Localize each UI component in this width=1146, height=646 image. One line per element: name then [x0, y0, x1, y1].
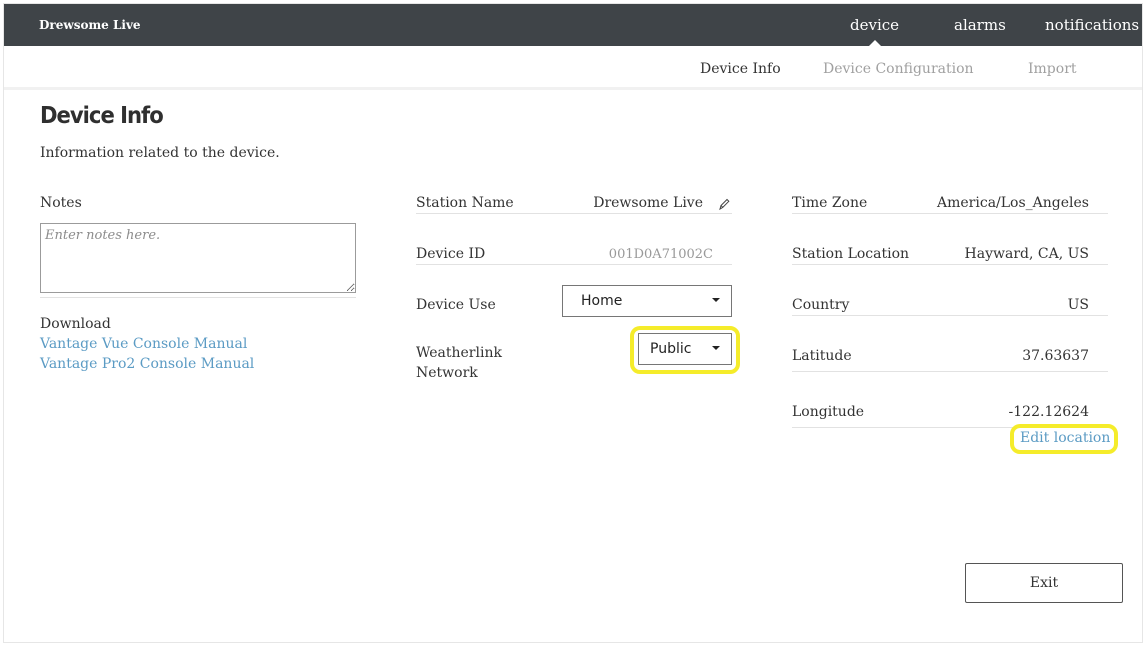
- station-name-value: Drewsome Live: [593, 195, 703, 211]
- notes-divider: [40, 297, 356, 298]
- latitude-label: Latitude: [792, 348, 852, 364]
- top-bar: Drewsome Live device alarms notification…: [4, 4, 1142, 46]
- notes-textarea[interactable]: [40, 223, 356, 293]
- weatherlink-network-label-line2: Network: [416, 365, 478, 381]
- chevron-down-icon: [712, 298, 720, 302]
- nav-alarms[interactable]: alarms: [954, 16, 1006, 34]
- edit-location-highlight: [1010, 424, 1118, 454]
- exit-button-label: Exit: [1029, 575, 1059, 591]
- brand-name: Drewsome Live: [39, 18, 141, 32]
- station-location-value: Hayward, CA, US: [964, 246, 1089, 262]
- active-nav-indicator: [869, 40, 881, 46]
- app-window: Drewsome Live device alarms notification…: [3, 3, 1143, 643]
- longitude-label: Longitude: [792, 404, 865, 420]
- vantage-pro2-manual-link[interactable]: Vantage Pro2 Console Manual: [40, 356, 254, 372]
- tab-device-info[interactable]: Device Info: [700, 61, 781, 77]
- device-use-label: Device Use: [416, 297, 496, 313]
- nav-notifications[interactable]: notifications: [1045, 16, 1139, 34]
- tab-device-configuration[interactable]: Device Configuration: [823, 61, 974, 77]
- download-label: Download: [40, 316, 111, 332]
- network-select-highlight: [630, 326, 740, 374]
- device-id-label: Device ID: [416, 246, 486, 262]
- device-id-divider: [416, 264, 732, 265]
- station-name-label: Station Name: [416, 195, 514, 211]
- station-location-label: Station Location: [792, 246, 910, 262]
- vantage-vue-manual-link[interactable]: Vantage Vue Console Manual: [40, 336, 247, 352]
- latitude-divider: [792, 371, 1108, 372]
- country-label: Country: [792, 297, 850, 313]
- country-value: US: [1067, 297, 1089, 313]
- time-zone-divider: [792, 213, 1108, 214]
- tab-import[interactable]: Import: [1028, 61, 1077, 77]
- longitude-value: -122.12624: [1008, 404, 1089, 420]
- time-zone-label: Time Zone: [792, 195, 868, 211]
- device-use-select[interactable]: Home: [562, 285, 732, 317]
- page-subtitle: Information related to the device.: [40, 145, 280, 161]
- page-title: Device Info: [40, 103, 164, 129]
- notes-label: Notes: [40, 195, 82, 211]
- weatherlink-network-label-line1: Weatherlink: [416, 345, 502, 361]
- exit-button[interactable]: Exit: [965, 563, 1123, 603]
- time-zone-value: America/Los_Angeles: [937, 195, 1089, 211]
- country-divider: [792, 315, 1108, 316]
- device-use-selected-value: Home: [581, 293, 623, 309]
- nav-device[interactable]: device: [850, 16, 899, 34]
- latitude-value: 37.63637: [1022, 348, 1089, 364]
- pencil-icon[interactable]: [717, 197, 731, 211]
- station-location-divider: [792, 264, 1108, 265]
- subnav-divider: [4, 87, 1142, 90]
- station-name-divider: [416, 213, 732, 214]
- device-id-value: 001D0A71002C: [608, 247, 713, 262]
